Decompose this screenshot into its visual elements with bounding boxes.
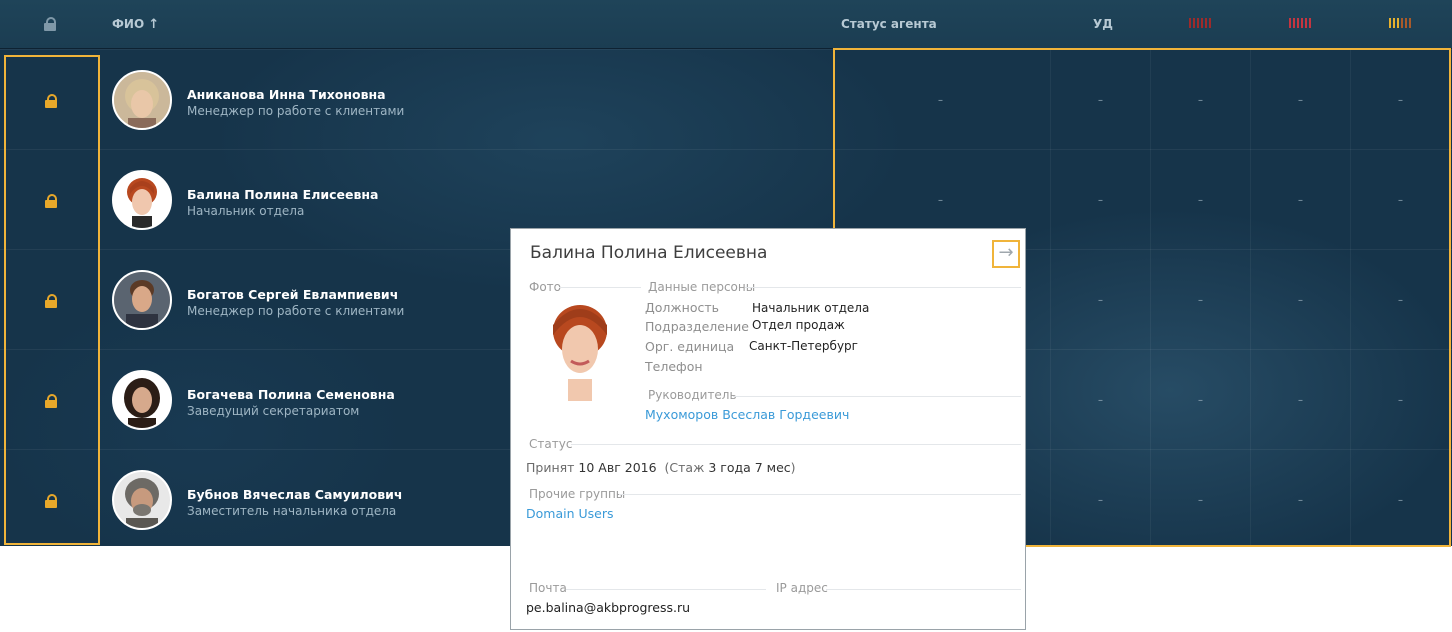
person-photo [535, 297, 625, 401]
avatar [112, 270, 172, 330]
photo-label: Фото [529, 280, 562, 294]
name-column-label: ФИО [112, 17, 145, 31]
user-name[interactable]: Богачева Полина Семеновна [187, 387, 395, 402]
user-role: Менеджер по работе с клиентами [187, 104, 405, 118]
avatar [112, 370, 172, 430]
hire-status: Принят 10 Авг 2016 (Стаж 3 года 7 мес) [526, 460, 796, 475]
department-value: Отдел продаж [752, 318, 845, 332]
hire-date: 10 Авг 2016 [578, 460, 657, 475]
lock-icon [44, 17, 56, 31]
user-name[interactable]: Аниканова Инна Тихоновна [187, 87, 386, 102]
tenure-open: (Стаж [664, 460, 705, 475]
email-value[interactable]: pe.balina@akbprogress.ru [526, 600, 690, 615]
user-role: Начальник отдела [187, 204, 305, 218]
lock-column-header[interactable] [44, 17, 56, 31]
field-label: Должность [645, 300, 720, 315]
user-role: Менеджер по работе с клиентами [187, 304, 405, 318]
name-column-header[interactable]: ФИО ↑ [112, 0, 159, 48]
tenure-value: 3 года 7 мес [708, 460, 791, 475]
position-value: Начальник отдела [752, 301, 870, 315]
manager-section-label: Руководитель [648, 388, 737, 402]
yellow-indicator-icon[interactable] [1389, 18, 1411, 28]
red-indicator-icon-2[interactable] [1289, 18, 1311, 28]
group-link[interactable]: Domain Users [526, 506, 613, 521]
tenure-close: ) [790, 460, 796, 475]
avatar [112, 470, 172, 530]
ip-section-label: IP адрес [776, 581, 828, 595]
open-profile-button[interactable]: → [992, 240, 1020, 268]
arrow-right-icon: → [998, 242, 1014, 263]
arrow-up-icon: ↑ [148, 17, 160, 32]
field-label: Орг. единица [645, 339, 735, 354]
person-card: Балина Полина Елисеевна → Фото Данные пе… [510, 228, 1026, 630]
card-title: Балина Полина Елисеевна [530, 243, 768, 263]
user-name[interactable]: Бубнов Вячеслав Самуилович [187, 487, 403, 502]
field-label: Подразделение [645, 319, 749, 334]
status-section-label: Статус [529, 437, 573, 451]
agent-status-column-header[interactable]: Статус агента [841, 0, 937, 48]
person-section-label: Данные персоны [648, 280, 756, 294]
email-section-label: Почта [529, 581, 567, 595]
avatar [112, 70, 172, 130]
red-indicator-icon[interactable] [1189, 18, 1211, 28]
user-role: Заведущий секретариатом [187, 404, 360, 418]
lock-column-highlight [4, 55, 100, 545]
status-prefix: Принят [526, 460, 575, 475]
groups-section-label: Прочие группы [529, 487, 626, 501]
ud-column-header[interactable]: УД [1093, 0, 1113, 48]
user-name[interactable]: Богатов Сергей Евлампиевич [187, 287, 398, 302]
table-header: ФИО ↑ Статус агента УД [0, 0, 1452, 49]
user-role: Заместитель начальника отдела [187, 504, 397, 518]
avatar [112, 170, 172, 230]
org-unit-value: Санкт-Петербург [749, 339, 858, 353]
manager-link[interactable]: Мухоморов Всеслав Гордеевич [645, 407, 849, 422]
field-label: Телефон [645, 359, 703, 374]
user-name[interactable]: Балина Полина Елисеевна [187, 187, 379, 202]
